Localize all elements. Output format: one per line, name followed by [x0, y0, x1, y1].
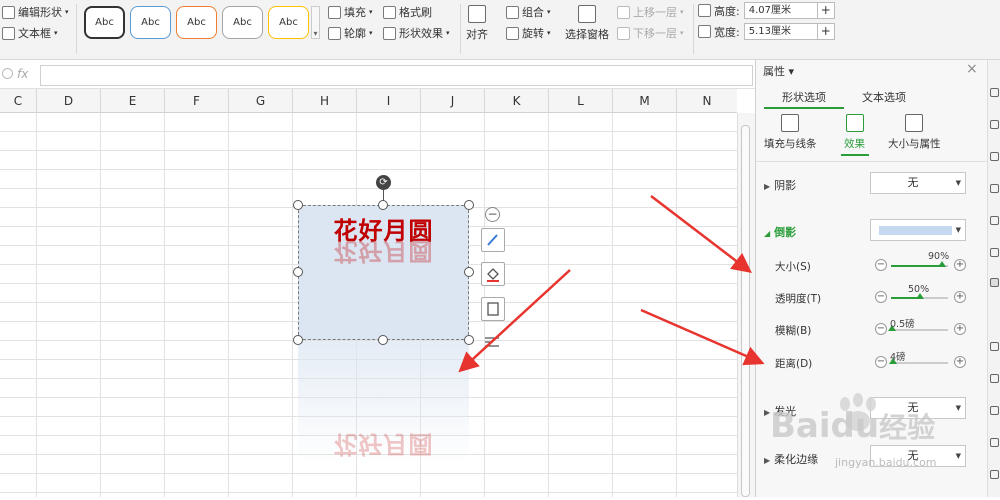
baidu-watermark: Baidu经验 jingyan.baidu.com [760, 386, 1000, 497]
annotation-arrow [458, 269, 571, 373]
watermark-brand: Baidu经验 [770, 406, 936, 446]
annotation-arrow [640, 308, 765, 366]
watermark-url: jingyan.baidu.com [835, 456, 937, 469]
annotation-arrow [650, 195, 752, 274]
